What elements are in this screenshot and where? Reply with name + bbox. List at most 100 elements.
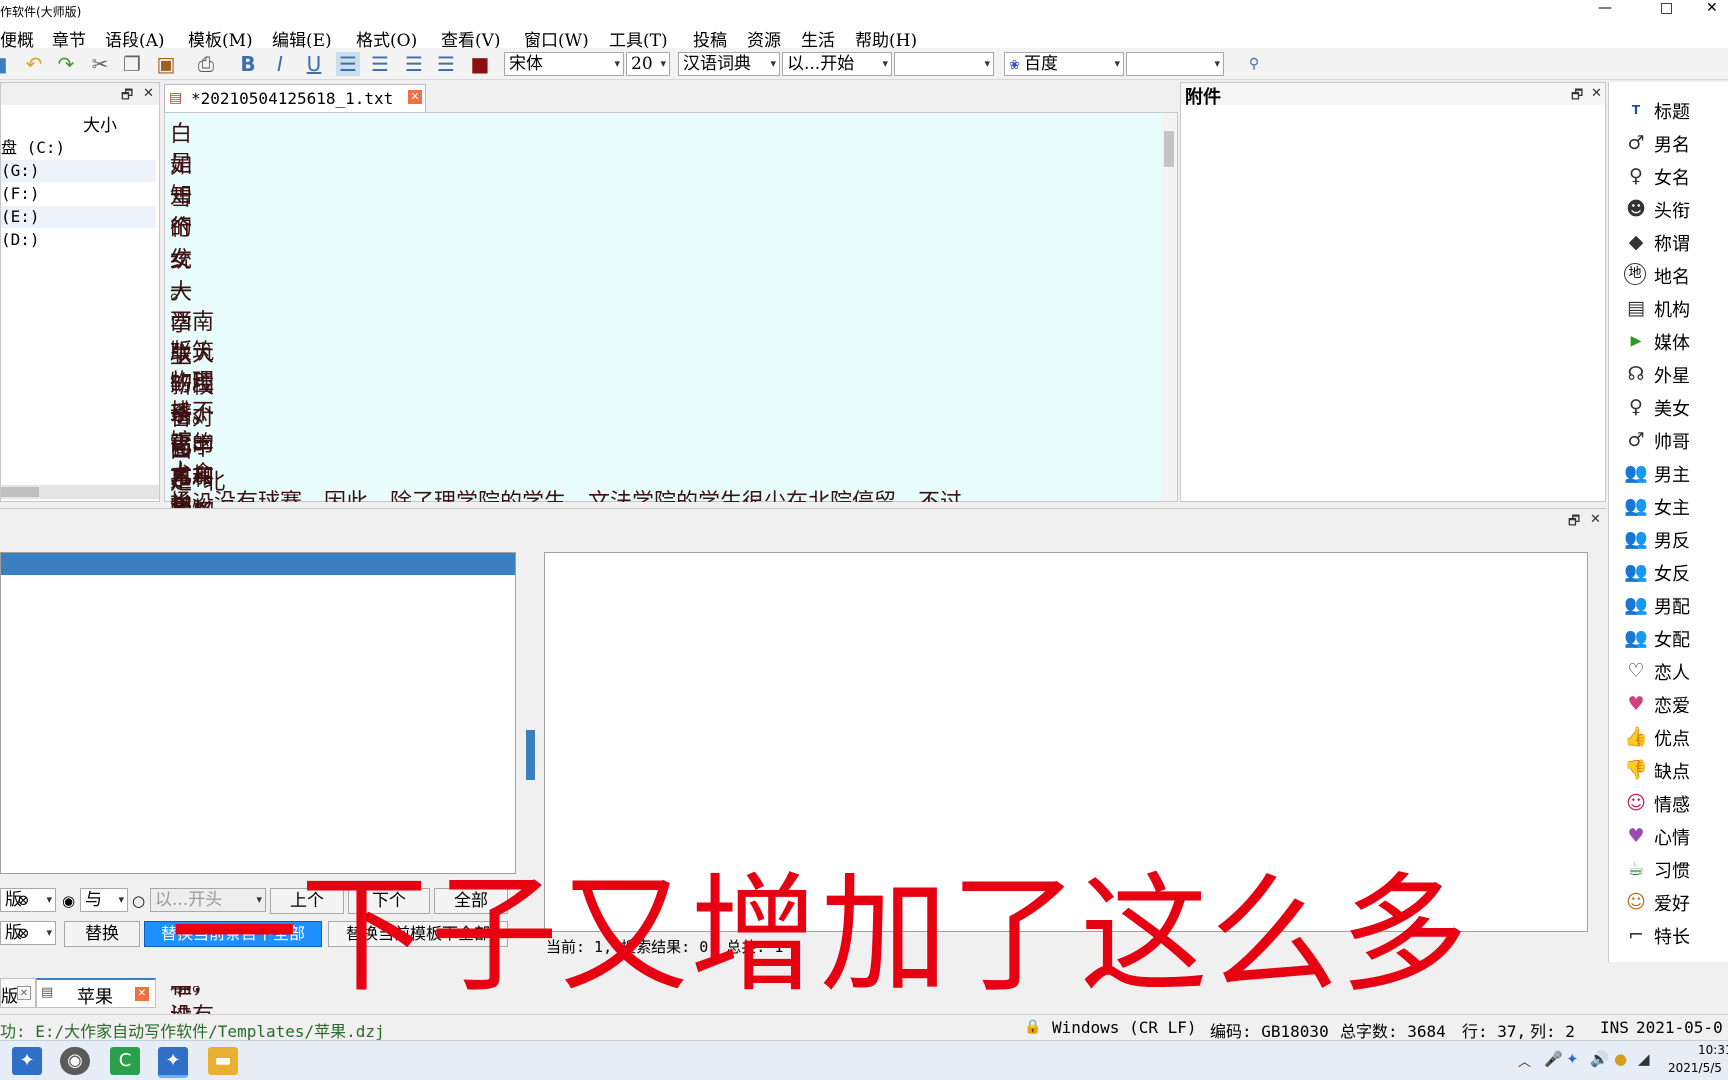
status-message: 功: E:/大作家自动写作软件/Templates/苹果.dzj bbox=[0, 1022, 385, 1041]
align-center-icon[interactable]: ☰ bbox=[368, 52, 392, 76]
chevron-down-icon: ▾ bbox=[770, 57, 776, 70]
sidebar-item-label: 帅哥 bbox=[1654, 432, 1690, 453]
drive-d[interactable]: (D:) bbox=[1, 229, 156, 251]
drive-g[interactable]: (G:) bbox=[1, 160, 156, 182]
maximize-button[interactable]: □ bbox=[1660, 0, 1673, 16]
search-engine-select[interactable]: ❀ 百度 ▾ bbox=[1004, 52, 1124, 76]
search-icon[interactable]: ⚲ bbox=[1242, 52, 1266, 76]
restore-icon[interactable]: 🗗 bbox=[1568, 512, 1580, 534]
tray-app-icon[interactable]: ✦ bbox=[1566, 1050, 1579, 1068]
close-tab-icon[interactable]: ✕ bbox=[408, 90, 422, 104]
clear-icon[interactable]: ⊗ bbox=[17, 922, 30, 944]
network-icon[interactable]: ◢ bbox=[1638, 1050, 1650, 1068]
attachments-title: 附件 bbox=[1185, 87, 1221, 108]
font-select[interactable]: 宋体 ▾ bbox=[504, 52, 624, 76]
horizontal-scrollbar[interactable] bbox=[1, 485, 159, 499]
print-icon[interactable]: ⎙ bbox=[194, 52, 218, 76]
male-support-icon: 👥 bbox=[1624, 594, 1648, 616]
tray-coin-icon[interactable]: ● bbox=[1614, 1050, 1627, 1068]
female-support-icon: 👥 bbox=[1624, 627, 1648, 649]
title-icon: T bbox=[1631, 103, 1641, 117]
close-icon[interactable]: ✕ bbox=[1590, 512, 1601, 527]
align-right-icon[interactable]: ☰ bbox=[402, 52, 426, 76]
radio-start[interactable]: ○ bbox=[132, 892, 145, 910]
save-icon[interactable]: ▮ bbox=[0, 52, 14, 76]
male-name-icon: ♂ bbox=[1627, 132, 1645, 154]
italic-button[interactable]: I bbox=[268, 52, 292, 76]
replace-scope-select[interactable]: 版 ⊗ ▾ bbox=[0, 921, 56, 945]
handsome-icon: ♂ bbox=[1627, 429, 1645, 451]
microphone-icon[interactable]: 🎤 bbox=[1544, 1050, 1563, 1068]
vertical-scrollbar[interactable] bbox=[1161, 113, 1177, 501]
dict-query-input[interactable]: ▾ bbox=[894, 52, 994, 76]
scrollbar-thumb[interactable] bbox=[1, 487, 39, 497]
splitter-handle[interactable] bbox=[526, 730, 535, 780]
document-icon: ▤ bbox=[169, 90, 183, 106]
undo-icon[interactable]: ↶ bbox=[22, 52, 46, 76]
close-tab-icon[interactable]: ✕ bbox=[135, 987, 149, 1001]
writer-app-icon[interactable]: ✦ bbox=[158, 1047, 188, 1078]
editor-area[interactable] bbox=[164, 112, 1178, 502]
sidebar-item-label: 特长 bbox=[1654, 927, 1690, 948]
mood-icon: ♥ bbox=[1627, 825, 1645, 847]
clear-icon[interactable]: ⊗ bbox=[17, 889, 30, 911]
tray-chevron-icon[interactable]: ︿ bbox=[1518, 1051, 1531, 1070]
redo-icon[interactable]: ↷ bbox=[54, 52, 78, 76]
alien-icon: ☊ bbox=[1627, 363, 1645, 385]
bottom-tab-1[interactable]: 版 ✕ bbox=[0, 978, 36, 1008]
result-list[interactable] bbox=[0, 552, 516, 874]
close-icon[interactable]: ✕ bbox=[1591, 86, 1602, 101]
match-select[interactable]: 以...开始 ▾ bbox=[782, 52, 892, 76]
align-left-icon[interactable]: ☰ bbox=[336, 52, 360, 76]
bold-button[interactable]: B bbox=[236, 52, 260, 76]
sidebar-item-label: 女配 bbox=[1654, 630, 1690, 651]
drive-f[interactable]: (F:) bbox=[1, 183, 156, 205]
sidebar-item-label: 地名 bbox=[1654, 267, 1690, 288]
toolbar: ▮ ↶ ↷ ✂ ❐ ▣ ⎙ B I U ☰ ☰ ☰ ☰ ■ 宋体 ▾ 20 ▾ 汉语… bbox=[0, 48, 1728, 80]
editor-line: 场、没有球赛，因此，除了理学院的学生，文法学院的学生很少在北院停留。不过 bbox=[170, 484, 962, 502]
search-engine-value: 百度 bbox=[1024, 54, 1059, 74]
close-tab-icon[interactable]: ✕ bbox=[17, 986, 31, 1000]
editor-line: 的 bbox=[170, 216, 193, 241]
folder-icon[interactable]: ▬ bbox=[208, 1047, 238, 1075]
text-color-icon[interactable]: ■ bbox=[468, 52, 492, 76]
underline-button[interactable]: U bbox=[302, 52, 326, 76]
dict-select[interactable]: 汉语词典 ▾ bbox=[678, 52, 780, 76]
justify-icon[interactable]: ☰ bbox=[434, 52, 458, 76]
result-list-selected-row[interactable] bbox=[1, 553, 515, 575]
sidebar-item-label: 恋人 bbox=[1654, 663, 1690, 684]
volume-icon[interactable]: 🔊 bbox=[1590, 1050, 1609, 1068]
radio-and[interactable]: ◉ bbox=[62, 892, 75, 910]
close-button[interactable]: ✕ bbox=[1706, 0, 1718, 16]
sidebar-item-label: 头衔 bbox=[1654, 201, 1690, 222]
app-icon[interactable]: ✦ bbox=[12, 1047, 42, 1075]
search-scope-select[interactable]: 版 ⊗ ▾ bbox=[0, 888, 56, 912]
cut-icon[interactable]: ✂ bbox=[88, 52, 112, 76]
editor-tab[interactable]: ▤ *20210504125618_1.txt ✕ bbox=[164, 84, 426, 112]
male-villain-icon: 👥 bbox=[1624, 528, 1648, 550]
sidebar-item-label: 恋爱 bbox=[1654, 696, 1690, 717]
bottom-tab-2[interactable]: ▤ 苹果 ✕ bbox=[36, 978, 156, 1008]
logic-select[interactable]: 与 ▾ bbox=[80, 888, 128, 912]
paste-icon[interactable]: ▣ bbox=[154, 52, 178, 76]
minimize-button[interactable]: — bbox=[1598, 0, 1612, 16]
copy-icon[interactable]: ❐ bbox=[120, 52, 144, 76]
file-tree-header: 🗗 ✕ bbox=[1, 83, 159, 105]
restore-icon[interactable]: 🗗 bbox=[1571, 86, 1583, 108]
org-icon: ▤ bbox=[1627, 297, 1645, 319]
thumbs-up-icon: 👍 bbox=[1624, 726, 1648, 748]
specialty-icon: ⌐ bbox=[1628, 924, 1644, 946]
chevron-down-icon: ▾ bbox=[46, 926, 52, 939]
media-player-icon[interactable]: ◉ bbox=[60, 1047, 90, 1075]
drive-c[interactable]: 盘 (C:) bbox=[1, 137, 156, 159]
status-date: 2021-05-0 bbox=[1636, 1018, 1723, 1037]
scrollbar-thumb[interactable] bbox=[1164, 131, 1174, 167]
sidebar-item-label: 外星 bbox=[1654, 366, 1690, 387]
replace-button[interactable]: 替换 bbox=[64, 921, 140, 947]
close-icon[interactable]: ✕ bbox=[143, 86, 154, 101]
ide-icon[interactable]: C bbox=[110, 1047, 140, 1075]
restore-icon[interactable]: 🗗 bbox=[121, 86, 133, 108]
size-select[interactable]: 20 ▾ bbox=[626, 52, 670, 76]
web-search-input[interactable]: ▾ bbox=[1126, 52, 1224, 76]
drive-e[interactable]: (E:) bbox=[1, 206, 156, 228]
